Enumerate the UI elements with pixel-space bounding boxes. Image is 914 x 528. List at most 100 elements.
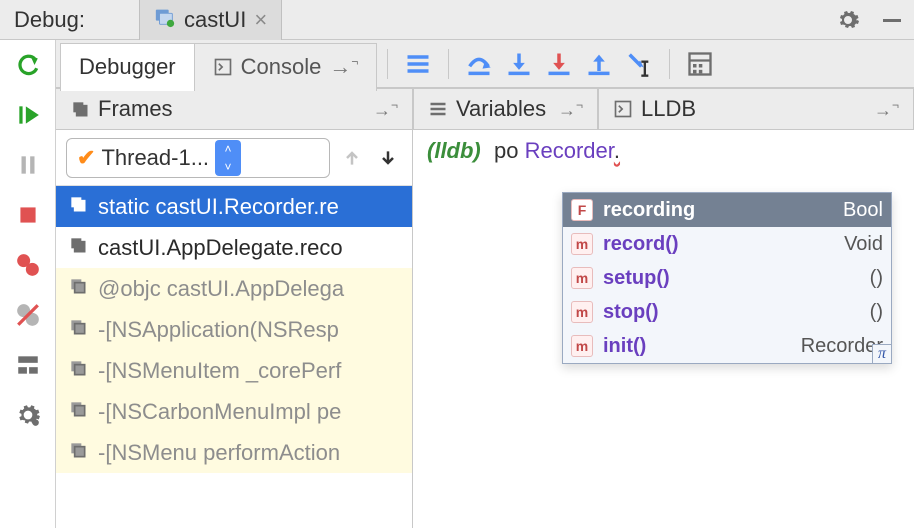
close-tab-icon[interactable]: × (254, 7, 267, 33)
check-icon: ✔ (77, 145, 95, 171)
pi-icon[interactable]: π (872, 344, 892, 364)
frame-row[interactable]: castUI.AppDelegate.reco (56, 227, 412, 268)
frame-row[interactable]: -[NSMenu performAction (56, 432, 412, 473)
lldb-trailing: . (614, 138, 620, 163)
lldb-cmd: po (494, 138, 525, 163)
frame-label: @objc castUI.AppDelega (98, 276, 344, 302)
mute-breakpoints-icon[interactable] (15, 302, 41, 334)
frame-row[interactable]: -[NSCarbonMenuImpl pe (56, 391, 412, 432)
minimize-icon[interactable] (874, 2, 910, 38)
completion-kind-badge: m (571, 267, 593, 289)
lldb-input-line[interactable]: (lldb) po Recorder. (413, 130, 914, 172)
stop-icon[interactable] (15, 202, 41, 234)
tab-console[interactable]: Console →¬ (195, 43, 378, 91)
tab-debugger[interactable]: Debugger (60, 43, 195, 91)
frame-label: -[NSMenuItem _corePerf (98, 358, 341, 384)
evaluate-expression-icon[interactable] (680, 44, 720, 84)
debug-label: Debug: (0, 7, 99, 33)
frame-label: castUI.AppDelegate.reco (98, 235, 343, 261)
frame-row[interactable]: static castUI.Recorder.re (56, 186, 412, 227)
stack-frame-icon (68, 276, 88, 302)
debug-topbar: Debug: castUI × (0, 0, 914, 40)
gear-icon[interactable] (830, 2, 866, 38)
frame-label: -[NSMenu performAction (98, 440, 340, 466)
lldb-label: LLDB (641, 96, 696, 122)
completion-name: recording (603, 199, 695, 222)
hide-arrow-icon[interactable]: →¬ (373, 98, 398, 121)
thread-selector-row: ✔ Thread-1... ˄˅ (56, 130, 412, 186)
completion-name: init() (603, 335, 646, 358)
thread-selector[interactable]: ✔ Thread-1... ˄˅ (66, 138, 330, 178)
pause-icon[interactable] (15, 152, 41, 184)
completion-name: record() (603, 233, 679, 256)
completion-kind-badge: F (571, 199, 593, 221)
tab-debugger-label: Debugger (79, 54, 176, 80)
frame-list[interactable]: static castUI.Recorder.re castUI.AppDeleg… (56, 186, 412, 528)
variables-label: Variables (456, 96, 546, 122)
lldb-object: Recorder (525, 138, 614, 163)
completion-type: Void (844, 233, 883, 256)
frame-row[interactable]: @objc castUI.AppDelega (56, 268, 412, 309)
frames-icon (70, 99, 90, 119)
debugger-toolbar: Debugger Console →¬ (56, 40, 914, 88)
stack-frame-icon (68, 194, 88, 220)
tab-arrow-icon: →¬ (329, 54, 358, 80)
frame-label: -[NSCarbonMenuImpl pe (98, 399, 341, 425)
completion-item[interactable]: m init() Recorder (563, 329, 891, 363)
resume-icon[interactable] (15, 102, 41, 134)
stack-frame-icon (68, 235, 88, 261)
tab-console-label: Console (241, 54, 322, 80)
completion-item[interactable]: Frecording Bool (563, 193, 891, 227)
frames-panel: ✔ Thread-1... ˄˅ static castUI.Recorder.… (56, 130, 413, 528)
lldb-icon (613, 99, 633, 119)
completion-type: Recorder (801, 335, 883, 358)
completion-item[interactable]: m setup() () (563, 261, 891, 295)
next-frame-icon[interactable] (374, 144, 402, 172)
debug-gutter (0, 40, 56, 528)
completion-popup[interactable]: FrecordingBoolmrecord()Voidmsetup()()mst… (562, 192, 892, 364)
lldb-prompt: (lldb) (427, 138, 481, 163)
completion-kind-badge: m (571, 233, 593, 255)
frames-panel-header[interactable]: Frames →¬ (56, 88, 413, 130)
lldb-panel-header[interactable]: LLDB →¬ (598, 88, 914, 130)
completion-type: () (870, 267, 883, 290)
completion-kind-badge: m (571, 301, 593, 323)
stack-frame-icon (68, 317, 88, 343)
completion-item[interactable]: m stop() () (563, 295, 891, 329)
layout-icon[interactable] (15, 352, 41, 384)
console-icon (213, 57, 233, 77)
show-execution-point-icon[interactable] (398, 44, 438, 84)
variables-icon (428, 99, 448, 119)
thread-stepper[interactable]: ˄˅ (215, 140, 241, 176)
step-out-icon[interactable] (579, 44, 619, 84)
frame-label: static castUI.Recorder.re (98, 194, 339, 220)
hide-arrow-icon[interactable]: →¬ (558, 98, 583, 121)
step-over-icon[interactable] (459, 44, 499, 84)
frames-label: Frames (98, 96, 173, 122)
completion-kind-badge: m (571, 335, 593, 357)
run-config-name: castUI (184, 7, 246, 33)
prev-frame-icon[interactable] (338, 144, 366, 172)
rerun-icon[interactable] (15, 52, 41, 84)
settings-icon[interactable] (15, 402, 41, 434)
stack-frame-icon (68, 399, 88, 425)
step-into-icon[interactable] (499, 44, 539, 84)
completion-name: stop() (603, 301, 659, 324)
run-config-tab[interactable]: castUI × (139, 0, 282, 40)
hide-arrow-icon[interactable]: →¬ (874, 98, 899, 121)
frame-row[interactable]: -[NSMenuItem _corePerf (56, 350, 412, 391)
run-config-icon (154, 6, 176, 34)
breakpoints-icon[interactable] (15, 252, 41, 284)
panels-header: Frames →¬ Variables →¬ LLDB →¬ (56, 88, 914, 130)
stack-frame-icon (68, 358, 88, 384)
force-step-into-icon[interactable] (539, 44, 579, 84)
completion-type: () (870, 301, 883, 324)
run-to-cursor-icon[interactable] (619, 44, 659, 84)
completion-item[interactable]: m record() Void (563, 227, 891, 261)
frame-row[interactable]: -[NSApplication(NSResp (56, 309, 412, 350)
completion-type: Bool (843, 199, 883, 222)
frame-label: -[NSApplication(NSResp (98, 317, 339, 343)
variables-panel-header[interactable]: Variables →¬ (413, 88, 598, 130)
stack-frame-icon (68, 440, 88, 466)
completion-name: setup() (603, 267, 670, 290)
